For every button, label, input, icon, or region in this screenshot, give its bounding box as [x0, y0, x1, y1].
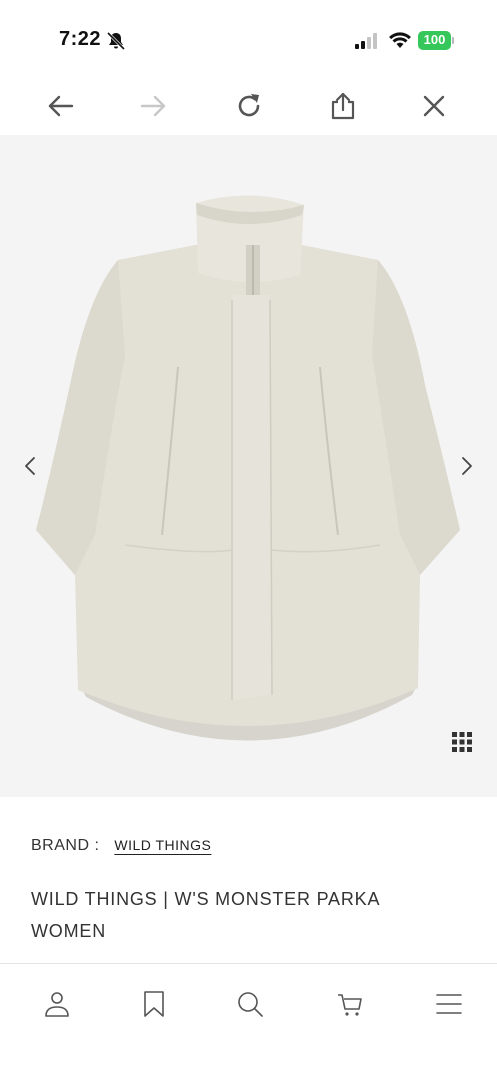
product-name-line2: WOMEN [31, 921, 106, 941]
next-image-button[interactable] [452, 451, 482, 481]
chevron-left-icon [25, 457, 35, 475]
reload-button[interactable] [229, 86, 269, 126]
bookmark-button[interactable] [136, 986, 172, 1022]
status-time: 7:22 [59, 28, 102, 50]
share-icon [331, 92, 355, 120]
reload-icon [238, 94, 260, 117]
brand-row: BRAND : WILD THINGS [31, 837, 211, 855]
battery-icon: 100 [418, 31, 454, 50]
browser-toolbar [0, 80, 497, 135]
back-icon [48, 95, 74, 117]
parka-image [36, 195, 460, 741]
wifi-icon [389, 32, 411, 48]
product-info: BRAND : WILD THINGS WILD THINGS | W'S MO… [0, 797, 497, 963]
user-icon [45, 992, 69, 1017]
product-name: WILD THINGS | W'S MONSTER PARKA WOMEN [31, 883, 471, 947]
forward-icon [140, 95, 166, 117]
product-image-carousel[interactable] [0, 135, 497, 797]
close-button[interactable] [414, 86, 454, 126]
search-button[interactable] [232, 986, 268, 1022]
bell-slash-icon [106, 31, 126, 51]
forward-button[interactable] [134, 86, 174, 126]
account-button[interactable] [39, 986, 75, 1022]
brand-label: BRAND : [31, 837, 100, 854]
menu-button[interactable] [431, 986, 467, 1022]
back-button[interactable] [40, 86, 80, 126]
cart-button[interactable] [332, 986, 368, 1022]
chevron-right-icon [462, 457, 472, 475]
battery-cap [452, 37, 454, 44]
search-icon [238, 992, 263, 1017]
signal-icon [355, 33, 377, 49]
menu-icon [436, 994, 462, 1014]
cart-icon [338, 994, 362, 1016]
bottom-nav [0, 964, 497, 1080]
prev-image-button[interactable] [15, 451, 45, 481]
battery-level: 100 [423, 32, 446, 47]
close-icon [423, 95, 445, 117]
bookmark-icon [144, 991, 164, 1017]
share-button[interactable] [323, 86, 363, 126]
brand-link[interactable]: WILD THINGS [114, 837, 211, 853]
grid-icon[interactable] [451, 731, 473, 753]
product-name-line1: WILD THINGS | W'S MONSTER PARKA [31, 889, 381, 909]
status-bar: 7:22 100 [0, 0, 497, 70]
